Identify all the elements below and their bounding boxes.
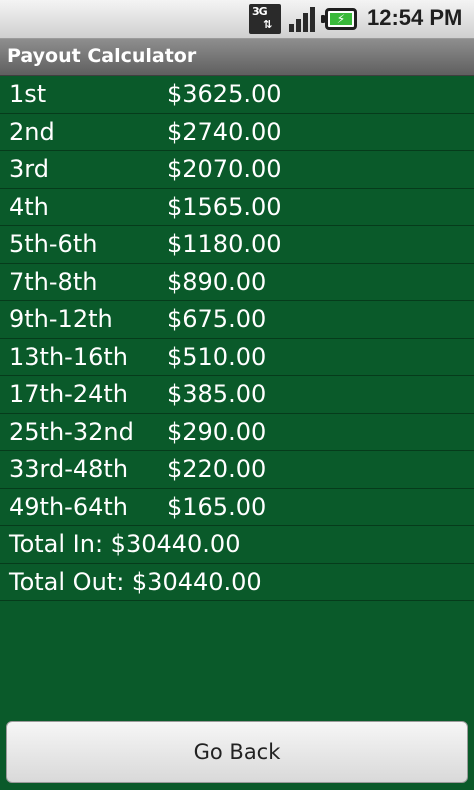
payout-amount: $675.00 xyxy=(167,305,267,333)
payout-amount: $290.00 xyxy=(167,417,267,446)
payout-place: 2nd xyxy=(9,117,55,146)
battery-charging-icon: ⚡ xyxy=(321,8,357,30)
payout-amount: $1180.00 xyxy=(167,230,282,258)
payout-amount: $220.00 xyxy=(167,455,267,483)
payout-place: 13th-16th xyxy=(9,342,128,371)
payout-place: 25th-32nd xyxy=(9,417,134,446)
total-in-row: Total In: $30440.00 xyxy=(0,526,474,564)
payout-row: 13th-16th $510.00 xyxy=(0,339,474,376)
payout-place: 9th-12th xyxy=(9,305,113,333)
payout-amount: $3625.00 xyxy=(167,80,282,108)
payout-row: 17th-24th $385.00 xyxy=(0,376,474,414)
payout-place: 17th-24th xyxy=(9,380,128,408)
payout-row: 4th $1565.00 xyxy=(0,189,474,226)
total-out-label: Total Out: $30440.00 xyxy=(9,567,262,596)
title-bar: Payout Calculator xyxy=(0,39,474,76)
payout-row: 1st $3625.00 xyxy=(0,76,474,114)
payout-row: 25th-32nd $290.00 xyxy=(0,414,474,451)
payout-amount: $385.00 xyxy=(167,380,267,408)
payout-place: 4th xyxy=(9,192,49,221)
payout-amount: $2740.00 xyxy=(167,117,282,146)
payout-place: 5th-6th xyxy=(9,230,98,258)
payout-list: 1st $3625.00 2nd $2740.00 3rd $2070.00 4… xyxy=(0,76,474,601)
data-arrows-icon: ⇅ xyxy=(263,18,273,31)
payout-amount: $165.00 xyxy=(167,492,267,521)
payout-place: 33rd-48th xyxy=(9,455,129,483)
payout-row: 5th-6th $1180.00 xyxy=(0,226,474,264)
payout-place: 49th-64th xyxy=(9,492,128,521)
payout-amount: $510.00 xyxy=(167,342,267,371)
payout-place: 7th-8th xyxy=(9,267,98,296)
status-bar: 3G ⇅ ⚡ 12:54 PM xyxy=(0,0,474,39)
network-type-label: 3G xyxy=(252,5,268,18)
payout-row: 49th-64th $165.00 xyxy=(0,489,474,526)
payout-amount: $890.00 xyxy=(167,267,267,296)
payout-amount: $1565.00 xyxy=(167,192,282,221)
go-back-button[interactable]: Go Back xyxy=(6,721,468,783)
payout-row: 3rd $2070.00 xyxy=(0,151,474,189)
payout-row: 9th-12th $675.00 xyxy=(0,301,474,339)
page-title: Payout Calculator xyxy=(7,45,197,67)
payout-row: 7th-8th $890.00 xyxy=(0,264,474,301)
payout-place: 1st xyxy=(9,80,47,108)
total-in-label: Total In: $30440.00 xyxy=(9,530,241,558)
3g-data-icon: 3G ⇅ xyxy=(249,4,281,34)
payout-amount: $2070.00 xyxy=(167,155,282,183)
payout-row: 2nd $2740.00 xyxy=(0,114,474,151)
payout-place: 3rd xyxy=(9,155,49,183)
signal-strength-icon xyxy=(287,4,319,34)
status-time: 12:54 PM xyxy=(367,5,463,30)
payout-row: 33rd-48th $220.00 xyxy=(0,451,474,489)
total-out-row: Total Out: $30440.00 xyxy=(0,564,474,601)
payout-content: 1st $3625.00 2nd $2740.00 3rd $2070.00 4… xyxy=(0,76,474,790)
